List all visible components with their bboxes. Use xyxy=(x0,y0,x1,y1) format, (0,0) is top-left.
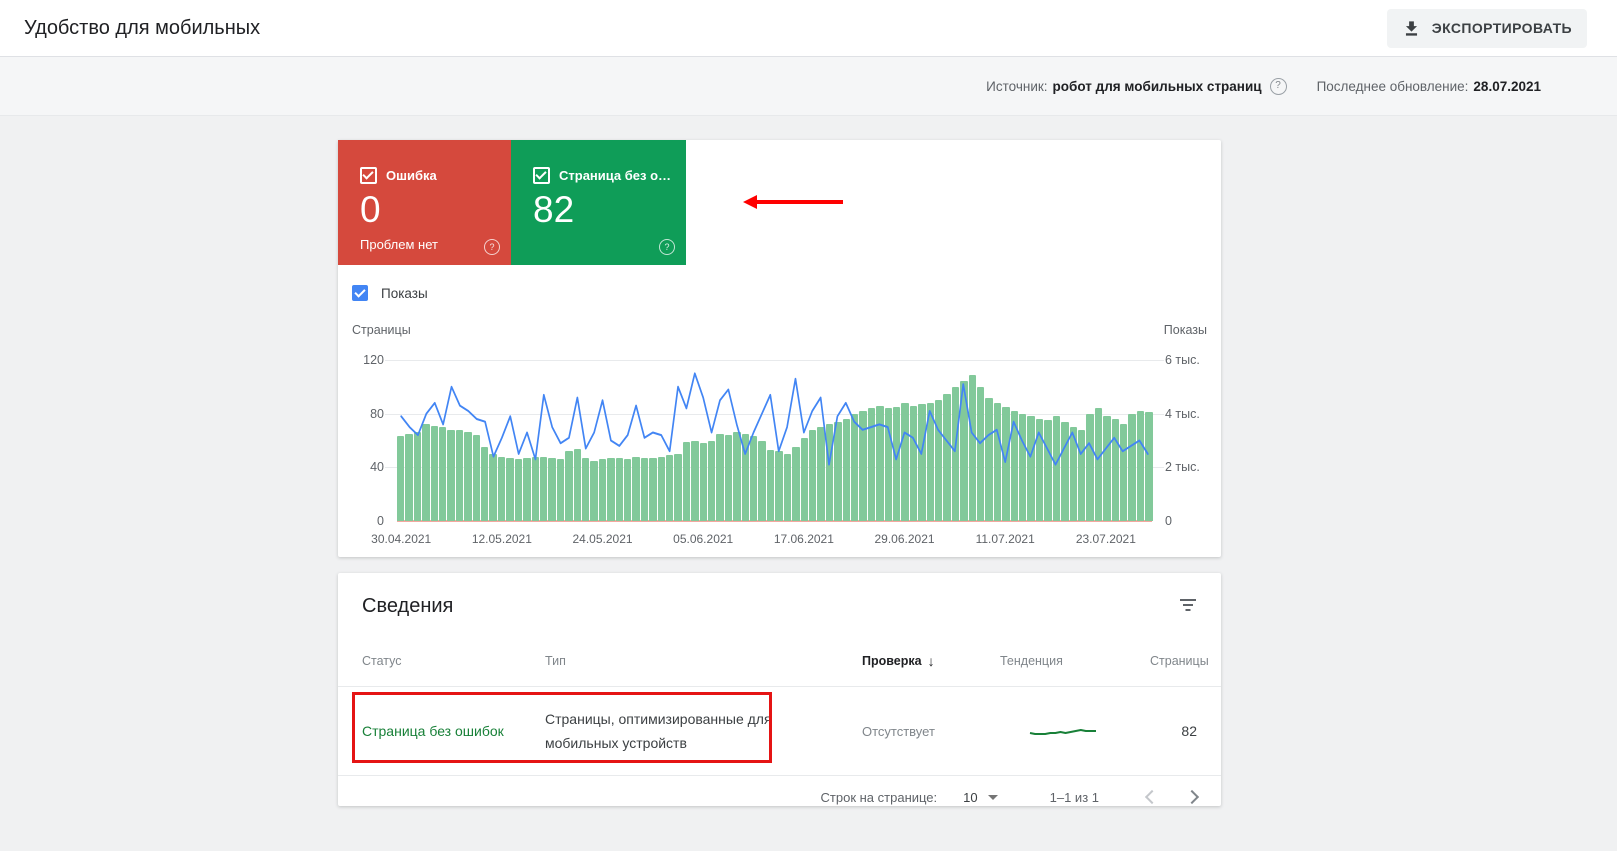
column-header-validation[interactable]: Проверка xyxy=(862,653,1000,669)
column-header-pages[interactable]: Страницы xyxy=(1150,654,1209,668)
trend-sparkline xyxy=(1029,729,1096,735)
pages-value: 82 xyxy=(1181,723,1197,739)
validation-text: Отсутствует xyxy=(862,723,935,739)
impressions-checkbox[interactable] xyxy=(352,285,368,301)
rows-per-page-label: Строк на странице: xyxy=(820,789,938,805)
x-tick-label: 24.05.2021 xyxy=(572,532,633,546)
meta-bar: Источник: робот для мобильных страниц По… xyxy=(0,57,1617,116)
page-title: Удобство для мобильных xyxy=(24,16,261,39)
impressions-label: Показы xyxy=(381,285,428,301)
summary-tiles: Ошибка 0 Проблем нет Страница без о… 82 xyxy=(338,140,1221,265)
pagination-bar: Строк на странице: 10 1–1 из 1 xyxy=(338,775,1221,818)
error-card-subtext: Проблем нет xyxy=(360,237,438,252)
status-link[interactable]: Страница без ошибок xyxy=(362,723,545,739)
trend-cell xyxy=(1000,723,1150,739)
prev-page-button[interactable] xyxy=(1144,789,1160,805)
right-tick-2k: 2 тыс. xyxy=(1165,460,1200,475)
column-header-trend[interactable]: Тенденция xyxy=(1000,654,1150,668)
valid-card[interactable]: Страница без о… 82 xyxy=(511,140,686,265)
table-row[interactable]: Страница без ошибок Страницы, оптимизиро… xyxy=(338,687,1221,775)
chart-plot[interactable]: Страницы Показы 120 80 40 0 6 тыс. 4 тыс… xyxy=(352,323,1207,546)
valid-card-value: 82 xyxy=(533,189,575,230)
source-label: Источник: xyxy=(986,78,1048,94)
left-axis-title: Страницы xyxy=(352,323,411,337)
column-header-status[interactable]: Статус xyxy=(362,654,545,668)
left-tick-80: 80 xyxy=(370,406,384,421)
valid-checkbox[interactable] xyxy=(533,167,550,184)
sort-desc-icon xyxy=(928,653,935,669)
updated-label: Последнее обновление: xyxy=(1316,78,1469,94)
error-card-label: Ошибка xyxy=(386,168,437,183)
impressions-line xyxy=(400,372,1149,466)
error-card-value: 0 xyxy=(360,189,381,230)
filter-icon[interactable] xyxy=(1179,599,1197,613)
source-help-icon[interactable] xyxy=(1269,77,1287,95)
right-tick-0: 0 xyxy=(1165,514,1172,528)
right-axis-title: Показы xyxy=(1163,323,1207,337)
details-title: Сведения xyxy=(362,595,454,617)
error-help-icon[interactable] xyxy=(484,239,500,255)
trend-sparkline-line xyxy=(1029,729,1096,735)
impressions-line-series xyxy=(400,372,1149,466)
updated-info: Последнее обновление: 28.07.2021 xyxy=(1317,79,1541,94)
x-tick-label: 30.04.2021 xyxy=(371,532,432,546)
left-tick-120: 120 xyxy=(363,353,384,367)
x-tick-label: 12.05.2021 xyxy=(471,532,532,546)
type-text: Страницы, оптимизированные для мобильных… xyxy=(545,710,772,752)
topbar: Удобство для мобильных ЭКСПОРТИРОВАТЬ xyxy=(0,0,1617,57)
x-tick-label: 29.06.2021 xyxy=(874,532,935,546)
source-value: робот для мобильных страниц xyxy=(1052,78,1262,94)
source-info: Источник: робот для мобильных страниц xyxy=(986,77,1287,95)
impressions-toggle-row: Показы xyxy=(352,284,1221,302)
page-range: 1–1 из 1 xyxy=(1049,789,1099,805)
column-header-type[interactable]: Тип xyxy=(545,654,862,668)
error-checkbox[interactable] xyxy=(360,167,377,184)
right-tick-6k: 6 тыс. xyxy=(1165,353,1200,367)
valid-card-label: Страница без о… xyxy=(559,168,672,183)
right-tick-4k: 4 тыс. xyxy=(1165,406,1200,421)
x-tick-label: 17.06.2021 xyxy=(773,532,834,546)
x-tick-label: 05.06.2021 xyxy=(673,532,734,546)
export-button[interactable]: ЭКСПОРТИРОВАТЬ xyxy=(1386,8,1587,48)
chart-card: Ошибка 0 Проблем нет Страница без о… 82 xyxy=(338,140,1221,557)
details-card: Сведения Статус Тип Проверка Тенденция С… xyxy=(338,573,1221,806)
updated-value: 28.07.2021 xyxy=(1473,78,1541,94)
dropdown-caret-icon[interactable] xyxy=(987,794,998,800)
export-button-label: ЭКСПОРТИРОВАТЬ xyxy=(1431,20,1572,36)
x-tick-label: 23.07.2021 xyxy=(1075,532,1136,546)
error-card[interactable]: Ошибка 0 Проблем нет xyxy=(338,140,511,265)
valid-help-icon[interactable] xyxy=(659,239,675,255)
report-content: Ошибка 0 Проблем нет Страница без о… 82 xyxy=(338,140,1221,806)
left-tick-40: 40 xyxy=(370,460,384,475)
x-tick-label: 11.07.2021 xyxy=(975,532,1035,546)
mobile-usability-report: { "header": { "title": "Удобство для моб… xyxy=(0,0,1617,851)
next-page-button[interactable] xyxy=(1184,789,1200,805)
x-axis-labels: 30.04.2021 12.05.2021 24.05.2021 05.06.2021… xyxy=(371,532,1152,548)
left-tick-0: 0 xyxy=(377,514,384,528)
rows-per-page-value[interactable]: 10 xyxy=(963,790,977,805)
table-header-row: Статус Тип Проверка Тенденция Страницы xyxy=(338,650,1221,672)
download-icon xyxy=(1405,20,1417,36)
